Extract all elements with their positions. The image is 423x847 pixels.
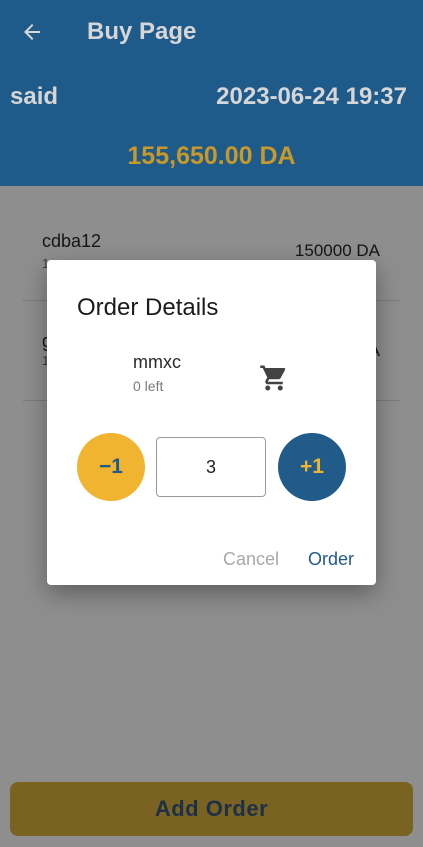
page-title: Buy Page [87,18,197,45]
order-details-dialog: Order Details mmxc 0 left −1 +1 Cancel O… [47,260,376,585]
item-price: 150000 DA [294,241,380,260]
quantity-input[interactable] [156,437,266,497]
stock-left: 0 left [133,378,164,394]
item-name: cdba12 [42,231,102,251]
user-name: said [10,83,59,110]
balance: 155,650.00 DA [127,142,296,170]
shopping-cart-icon [259,363,289,393]
datetime: 2023-06-24 19:37 [216,83,407,110]
arrow-left-icon[interactable] [18,18,46,46]
app-bar: Buy Page [0,0,423,66]
dialog-title: Order Details [77,294,219,321]
add-order-button[interactable]: Add Order [10,782,413,836]
header: Buy Page said 2023-06-24 19:37 155,650.0… [0,0,423,186]
product-name: mmxc [133,352,181,372]
order-button[interactable]: Order [308,549,354,570]
cancel-button[interactable]: Cancel [223,549,279,570]
increment-button[interactable]: +1 [278,433,346,501]
decrement-button[interactable]: −1 [77,433,145,501]
